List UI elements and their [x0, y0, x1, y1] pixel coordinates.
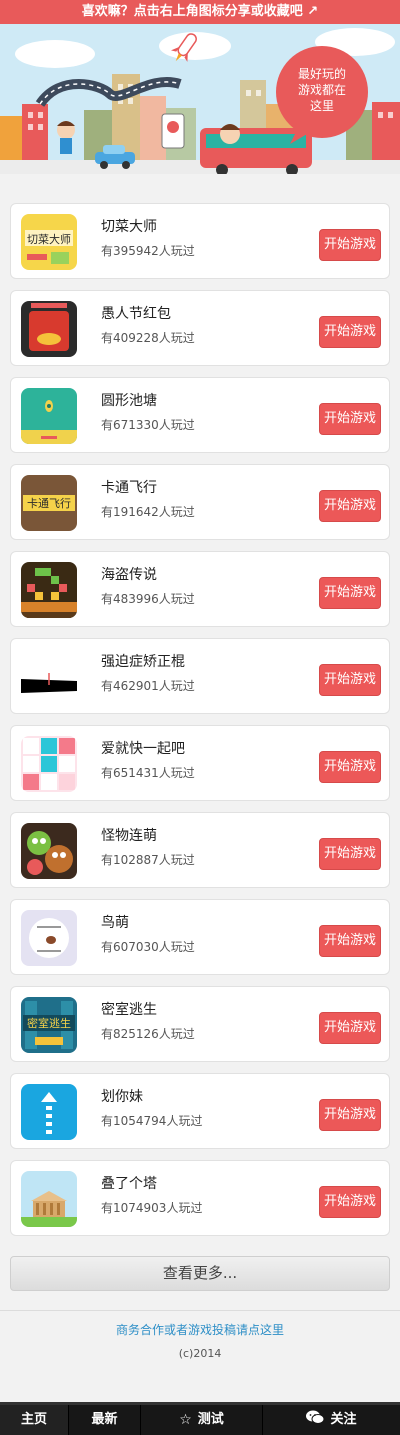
game-name: 划你妹: [101, 1089, 143, 1105]
game-name: 愚人节红包: [101, 306, 171, 322]
start-game-button[interactable]: 开始游戏: [319, 838, 381, 870]
start-game-button[interactable]: 开始游戏: [319, 1186, 381, 1218]
city-scene-image: 最好玩的 游戏都在 这里: [0, 24, 400, 174]
game-card-katong-feixing[interactable]: 卡通飞行 卡通飞行 有191642人玩过 开始游戏: [10, 464, 390, 540]
game-thumbnail[interactable]: [21, 388, 77, 444]
wechat-icon: [306, 1405, 325, 1435]
bottom-nav: 主页 最新 ☆ 测试 关注: [0, 1402, 400, 1435]
play-count: 有651431人玩过: [101, 766, 195, 780]
play-count: 有825126人玩过: [101, 1027, 195, 1041]
nav-latest-label: 最新: [91, 1412, 118, 1427]
game-card-huanimei[interactable]: 划你妹 有1054794人玩过 开始游戏: [10, 1073, 390, 1149]
play-count: 有102887人玩过: [101, 853, 195, 867]
thumb-title: 切菜大师: [27, 232, 71, 246]
play-count: 有483996人玩过: [101, 592, 195, 606]
game-thumbnail[interactable]: [21, 301, 77, 357]
start-game-button[interactable]: 开始游戏: [319, 577, 381, 609]
share-banner: 喜欢嘛？点击右上角图标分享或收藏吧 ↗: [0, 0, 400, 24]
start-game-button[interactable]: 开始游戏: [319, 316, 381, 348]
game-name: 强迫症矫正棍: [101, 654, 185, 670]
game-card-qiangpozheng[interactable]: 强迫症矫正棍 有462901人玩过 开始游戏: [10, 638, 390, 714]
game-name: 鸟萌: [101, 915, 129, 931]
game-card-mishi-taosheng[interactable]: 密室逃生 密室逃生 有825126人玩过 开始游戏: [10, 986, 390, 1062]
game-card-niaomeng[interactable]: 鸟萌 有607030人玩过 开始游戏: [10, 899, 390, 975]
nav-home-label: 主页: [20, 1412, 47, 1427]
play-count: 有1074903人玩过: [101, 1201, 203, 1215]
nav-test-label: 测试: [197, 1412, 224, 1427]
game-thumbnail[interactable]: [21, 649, 77, 705]
game-card-qiecai[interactable]: 切菜大师 切菜大师 有395942人玩过 开始游戏: [10, 203, 390, 279]
start-game-button[interactable]: 开始游戏: [319, 403, 381, 435]
game-name: 密室逃生: [101, 1002, 157, 1018]
game-card-guaiwu-lianmeng[interactable]: 怪物连萌 有102887人玩过 开始游戏: [10, 812, 390, 888]
star-icon: ☆: [179, 1412, 192, 1428]
game-card-dielege-ta[interactable]: 叠了个塔 有1074903人玩过 开始游戏: [10, 1160, 390, 1236]
game-name: 怪物连萌: [101, 828, 157, 844]
game-name: 圆形池塘: [101, 393, 157, 409]
hero-illustration: 最好玩的 游戏都在 这里: [0, 24, 400, 174]
game-thumbnail[interactable]: [21, 562, 77, 618]
start-game-button[interactable]: 开始游戏: [319, 1099, 381, 1131]
start-game-button[interactable]: 开始游戏: [319, 664, 381, 696]
nav-follow-label: 关注: [330, 1412, 357, 1427]
game-name: 海盗传说: [101, 567, 157, 583]
game-thumbnail[interactable]: [21, 1084, 77, 1140]
start-game-button[interactable]: 开始游戏: [319, 1012, 381, 1044]
start-game-button[interactable]: 开始游戏: [319, 751, 381, 783]
load-more-button[interactable]: 查看更多...: [10, 1256, 390, 1291]
play-count: 有191642人玩过: [101, 505, 195, 519]
hero-sign-text-3: 这里: [310, 98, 334, 113]
start-game-button[interactable]: 开始游戏: [319, 925, 381, 957]
game-card-yuanxing-chitang[interactable]: 圆形池塘 有671330人玩过 开始游戏: [10, 377, 390, 453]
thumb-title: 卡通飞行: [27, 497, 71, 510]
thumb-title: 密室逃生: [27, 1016, 71, 1030]
game-thumbnail[interactable]: [21, 736, 77, 792]
start-game-button[interactable]: 开始游戏: [319, 490, 381, 522]
game-name: 叠了个塔: [101, 1176, 157, 1192]
game-name: 切菜大师: [101, 219, 157, 235]
game-name: 爱就快一起吧: [101, 741, 185, 757]
game-thumbnail[interactable]: [21, 823, 77, 879]
game-thumbnail[interactable]: [21, 1171, 77, 1227]
footer-divider: [0, 1310, 400, 1311]
game-card-haidao-chuanshuo[interactable]: 海盗传说 有483996人玩过 开始游戏: [10, 551, 390, 627]
nav-follow[interactable]: 关注: [262, 1405, 400, 1435]
play-count: 有395942人玩过: [101, 244, 195, 258]
play-count: 有671330人玩过: [101, 418, 195, 432]
copyright: (c)2014: [178, 1347, 222, 1360]
game-list: 切菜大师 切菜大师 有395942人玩过 开始游戏 愚人节红包 有409228人…: [10, 203, 390, 1247]
game-thumbnail[interactable]: 密室逃生: [21, 997, 77, 1053]
game-name: 卡通飞行: [101, 480, 157, 496]
game-thumbnail[interactable]: [21, 910, 77, 966]
game-card-aijiukuai[interactable]: 爱就快一起吧 有651431人玩过 开始游戏: [10, 725, 390, 801]
nav-test[interactable]: ☆ 测试: [140, 1405, 262, 1435]
hero-sign-text-2: 游戏都在: [298, 83, 346, 97]
business-contact-link[interactable]: 商务合作或者游戏投稿请点这里: [0, 1321, 400, 1338]
play-count: 有409228人玩过: [101, 331, 195, 345]
hero-sign-text-1: 最好玩的: [298, 66, 346, 81]
game-thumbnail[interactable]: 卡通飞行: [21, 475, 77, 531]
nav-latest[interactable]: 最新: [68, 1405, 140, 1435]
play-count: 有1054794人玩过: [101, 1114, 203, 1128]
play-count: 有607030人玩过: [101, 940, 195, 954]
game-card-hongbao[interactable]: 愚人节红包 有409228人玩过 开始游戏: [10, 290, 390, 366]
start-game-button[interactable]: 开始游戏: [319, 229, 381, 261]
nav-home[interactable]: 主页: [0, 1405, 68, 1435]
game-thumbnail[interactable]: 切菜大师: [21, 214, 77, 270]
play-count: 有462901人玩过: [101, 679, 195, 693]
